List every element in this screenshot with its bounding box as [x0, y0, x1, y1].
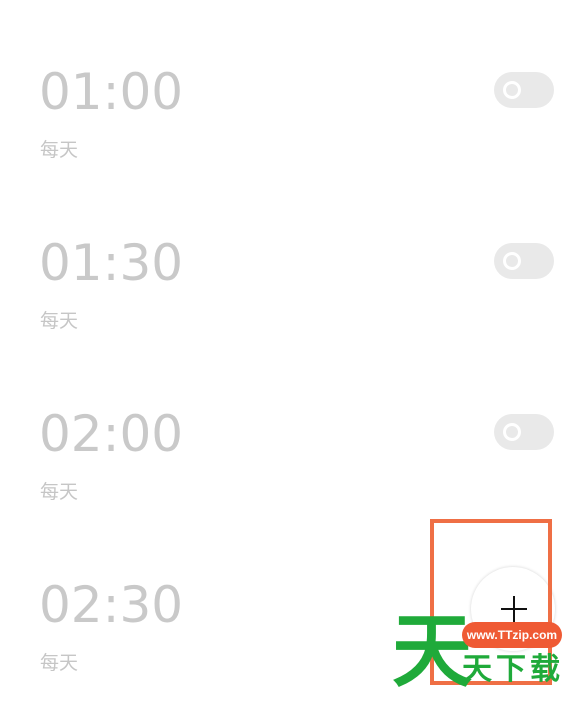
alarm-time: 01:30	[39, 234, 184, 292]
alarm-item-3[interactable]: 02:00 每天	[0, 342, 581, 513]
toggle-knob	[503, 252, 521, 270]
toggle-knob	[503, 81, 521, 99]
alarm-toggle[interactable]	[494, 414, 554, 450]
alarm-repeat: 每天	[40, 481, 79, 503]
watermark-text: 天下载	[462, 652, 564, 687]
alarm-repeat: 每天	[40, 310, 79, 332]
alarm-repeat: 每天	[40, 139, 79, 161]
alarm-time: 01:00	[39, 63, 184, 121]
alarm-toggle[interactable]	[494, 72, 554, 108]
toggle-knob	[503, 423, 521, 441]
alarm-item-2[interactable]: 01:30 每天	[0, 171, 581, 342]
alarm-toggle[interactable]	[494, 243, 554, 279]
alarm-time: 02:30	[39, 576, 184, 634]
watermark-logo-char: 天	[392, 605, 472, 698]
alarm-repeat: 每天	[40, 652, 79, 674]
watermark-url: www.TTzip.com	[462, 622, 562, 648]
alarm-time: 02:00	[39, 405, 184, 463]
alarm-item-1[interactable]: 01:00 每天	[0, 0, 581, 171]
